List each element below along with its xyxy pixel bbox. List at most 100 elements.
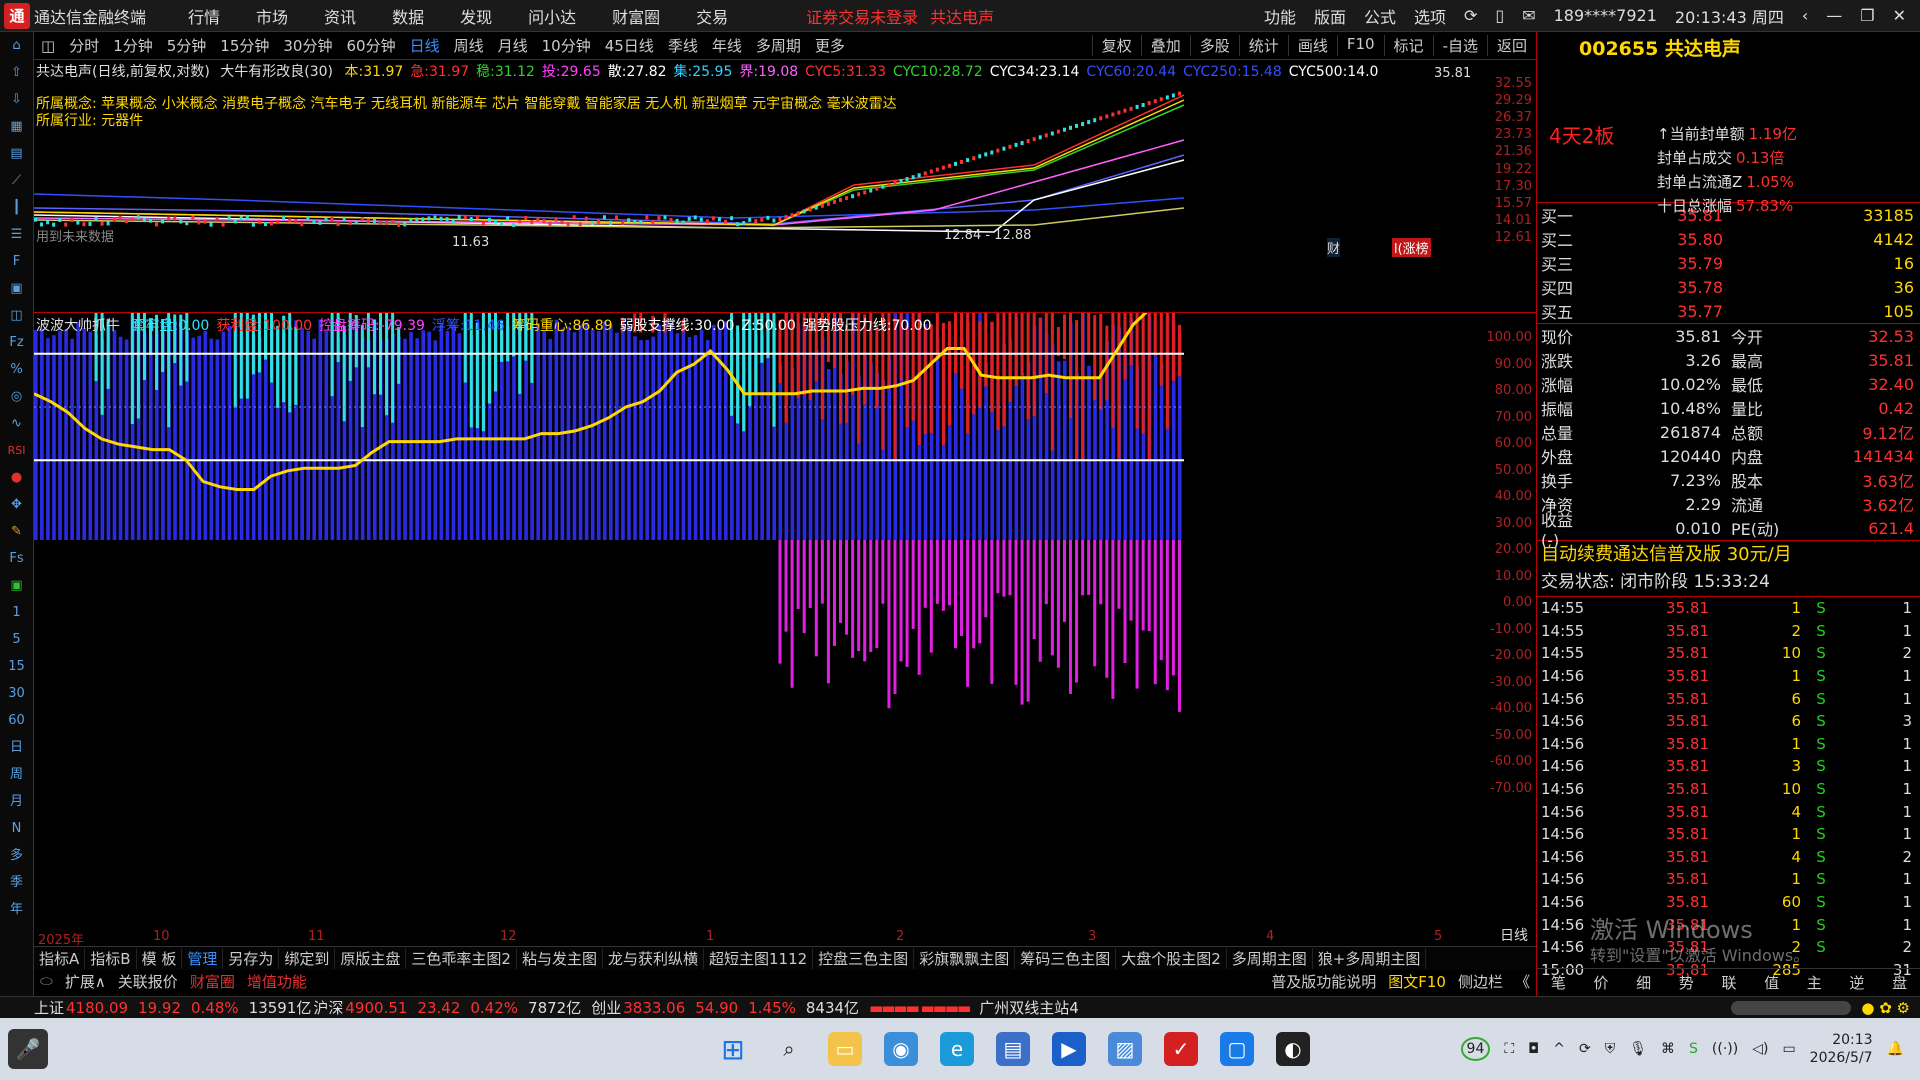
tray-icons[interactable]: ● ✿ ⚙ — [1861, 999, 1920, 1017]
chat-icon[interactable]: ▣ — [0, 572, 33, 599]
period-tab[interactable]: 45日线 — [598, 35, 661, 56]
menu-layout[interactable]: 版面 — [1314, 4, 1346, 28]
panel-tab[interactable]: 笔 — [1551, 972, 1566, 993]
template-tab[interactable]: 筹码三色主图 — [1015, 948, 1117, 969]
template-tab[interactable]: 控盘三色主图 — [813, 948, 915, 969]
grid-icon[interactable]: ▦ — [0, 113, 33, 140]
menu-item[interactable]: 市场 — [238, 4, 306, 28]
percent-icon[interactable]: % — [0, 356, 33, 383]
qq-icon[interactable]: ◐ — [1276, 1032, 1310, 1066]
tool-button[interactable]: 复权 — [1091, 35, 1141, 56]
sub-tab[interactable]: 扩展∧ — [59, 971, 112, 992]
panel-tab[interactable]: 盘 — [1892, 972, 1907, 993]
list-icon[interactable]: ☰ — [0, 221, 33, 248]
tool-button[interactable]: -自选 — [1432, 35, 1487, 56]
photos-icon[interactable]: ▨ — [1108, 1032, 1142, 1066]
mic-icon[interactable]: 🎤 — [8, 1029, 48, 1069]
tdx-icon[interactable]: ✓ — [1164, 1032, 1198, 1066]
menu-item[interactable]: 财富圈 — [594, 4, 678, 28]
f10-link[interactable]: 图文F10 — [1382, 971, 1452, 992]
fs-icon[interactable]: Fs — [0, 545, 33, 572]
template-tab[interactable]: 指标A — [34, 948, 86, 969]
mail-icon[interactable]: ✉ — [1522, 6, 1535, 25]
down-icon[interactable]: ⇩ — [0, 86, 33, 113]
template-tab[interactable]: 狼+多周期主图 — [1313, 948, 1427, 969]
period-tab[interactable]: 月线 — [491, 35, 535, 56]
ad-price[interactable]: 30元/月 — [1727, 544, 1792, 565]
sidebar-link[interactable]: 侧边栏 — [1452, 971, 1509, 992]
indicator-chart[interactable]: 波波大帅抓牛 套牢盘:0.00 获利盘:100.00 控盘筹码:-79.39 浮筹:1… — [33, 274, 1536, 957]
volume-icon[interactable]: ◁) — [1752, 1041, 1768, 1057]
period-year[interactable]: 年 — [0, 896, 33, 923]
template-tab[interactable]: 多周期主图 — [1227, 948, 1313, 969]
tool-button[interactable]: 返回 — [1486, 35, 1536, 56]
bid-row[interactable]: 买三 35.79 16 — [1537, 251, 1920, 275]
period-multi[interactable]: 多 — [0, 842, 33, 869]
period-season[interactable]: 季 — [0, 869, 33, 896]
subscription-ad[interactable]: 自动续费通达信普及版 30元/月 — [1537, 540, 1920, 568]
menu-item[interactable]: 交易 — [678, 4, 746, 28]
period-tab[interactable]: 日线 — [403, 35, 447, 56]
back-icon[interactable]: ‹ — [1802, 6, 1808, 25]
template-tab[interactable]: 粘与发主图 — [517, 948, 603, 969]
bid-row[interactable]: 买四 35.78 36 — [1537, 275, 1920, 299]
app-icon[interactable]: ▶ — [1052, 1032, 1086, 1066]
up-icon[interactable]: ⇧ — [0, 59, 33, 86]
panel-tab[interactable]: 逆 — [1849, 972, 1864, 993]
menu-formula[interactable]: 公式 — [1364, 4, 1396, 28]
period-tab[interactable]: 60分钟 — [339, 35, 402, 56]
panel-tab[interactable]: 联 — [1721, 972, 1736, 993]
menu-options[interactable]: 选项 — [1414, 4, 1446, 28]
f10-icon[interactable]: F — [0, 248, 33, 275]
menu-item[interactable]: 数据 — [374, 4, 442, 28]
template-tab[interactable]: 彩旗飘飘主图 — [914, 948, 1016, 969]
tool-button[interactable]: F10 — [1336, 35, 1384, 56]
panel-tab[interactable]: 势 — [1679, 972, 1694, 993]
template-tab[interactable]: 龙与获利纵横 — [603, 948, 704, 969]
menu-item[interactable]: 行情 — [170, 4, 238, 28]
template-tab[interactable]: 原版主盘 — [335, 948, 407, 969]
badge-icon[interactable]: 94 — [1460, 1037, 1491, 1061]
period-tab[interactable]: 年线 — [705, 35, 749, 56]
server-name[interactable]: 广州双线主站4 — [979, 997, 1079, 1018]
period-tab[interactable]: 30分钟 — [276, 35, 339, 56]
line-chart-icon[interactable]: ⟋ — [0, 167, 33, 194]
restore-icon[interactable]: ❐ — [1860, 6, 1874, 25]
meeting-icon[interactable]: ▢ — [1220, 1032, 1254, 1066]
account-label[interactable]: 189****7921 — [1554, 6, 1657, 25]
notepad-icon[interactable]: ▤ — [996, 1032, 1030, 1066]
circle-icon[interactable]: ◎ — [0, 383, 33, 410]
ad-text[interactable]: 自动续费通达信普及版 — [1541, 544, 1721, 565]
wechat-icon[interactable]: S — [1689, 1041, 1698, 1057]
bid-row[interactable]: 买五 35.77 105 — [1537, 299, 1920, 323]
refresh-icon[interactable]: ⟳ — [1464, 6, 1477, 25]
stock-icon[interactable]: ◫ — [0, 302, 33, 329]
calendar-icon[interactable]: ▣ — [0, 275, 33, 302]
battery-icon[interactable]: ▭ — [1782, 1041, 1795, 1057]
period-30[interactable]: 30 — [0, 680, 33, 707]
notification-icon[interactable]: 🔔 — [1887, 1041, 1904, 1057]
template-tab[interactable]: 超短主图1112 — [704, 948, 814, 969]
sub-tab[interactable]: 财富圈 — [184, 971, 241, 992]
period-tab[interactable]: 5分钟 — [160, 35, 214, 56]
taskbar-clock[interactable]: 20:13 2026/5/7 — [1810, 1031, 1873, 1067]
period-tab[interactable]: 10分钟 — [535, 35, 598, 56]
tool-button[interactable]: 叠加 — [1140, 35, 1190, 56]
period-day[interactable]: 日 — [0, 734, 33, 761]
panel-toggle-icon[interactable]: ◫ — [34, 37, 62, 55]
folder-icon[interactable]: ▭ — [828, 1032, 862, 1066]
period-tab[interactable]: 15分钟 — [213, 35, 276, 56]
minimize-icon[interactable]: — — [1826, 6, 1842, 25]
shield-icon[interactable]: ⛨ — [1605, 1041, 1616, 1057]
stock-alert[interactable]: 共达电声 — [930, 4, 994, 28]
bid-row[interactable]: 买二 35.80 4142 — [1537, 227, 1920, 251]
period-tab[interactable]: 分时 — [62, 35, 106, 56]
close-icon[interactable]: ✕ — [1893, 6, 1906, 25]
wave-icon[interactable]: ∿ — [0, 410, 33, 437]
period-week[interactable]: 周 — [0, 761, 33, 788]
sync-icon[interactable]: ⟳ — [1579, 1041, 1591, 1057]
chevron-up-icon[interactable]: ^ — [1553, 1041, 1565, 1057]
template-tab[interactable]: 模 板 — [137, 948, 183, 969]
help-link[interactable]: 普及版功能说明 — [1265, 971, 1382, 992]
template-tab[interactable]: 大盘个股主图2 — [1116, 948, 1227, 969]
